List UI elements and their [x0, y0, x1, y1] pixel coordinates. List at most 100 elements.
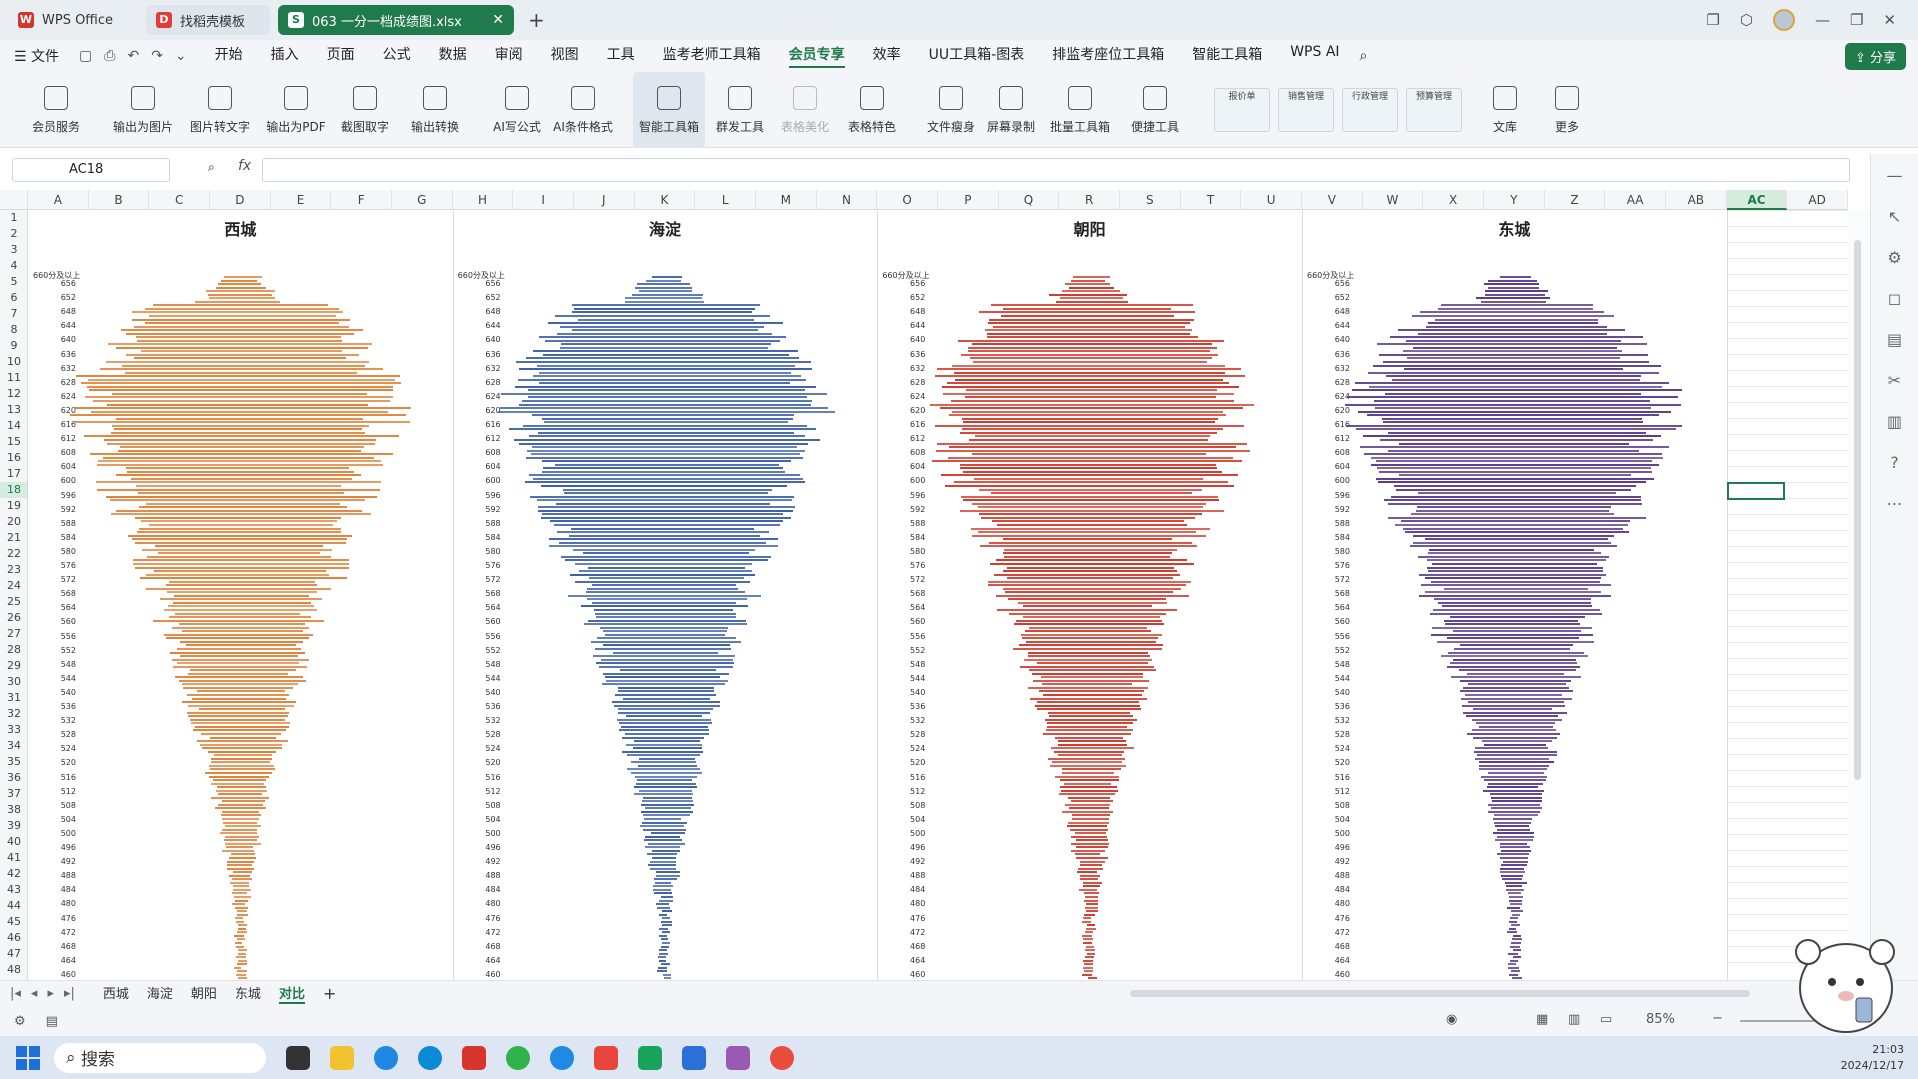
menu-item[interactable]: 会员专享 — [788, 44, 845, 68]
sheet-grid[interactable]: 西城 660分及以上 656 652 648 644 640 636 632 628 624 620 6… — [28, 210, 1848, 980]
row-header[interactable]: 2 — [0, 226, 27, 242]
zoom-search-icon[interactable]: ⌕ — [208, 160, 215, 175]
tab-wps-office[interactable]: W WPS Office — [8, 5, 138, 35]
menu-item[interactable]: 排监考座位工具箱 — [1052, 44, 1164, 68]
row-header[interactable]: 35 — [0, 754, 27, 770]
column-header[interactable]: P — [938, 190, 999, 210]
clock[interactable]: 21:03 2024/12/17 — [1841, 1042, 1904, 1074]
edge-icon[interactable] — [418, 1045, 442, 1070]
template-thumbnail[interactable]: 报价单 — [1214, 88, 1270, 132]
help-icon[interactable]: ? — [1890, 453, 1899, 472]
ribbon-button[interactable]: 群发工具 — [704, 72, 776, 148]
minimize-icon[interactable]: — — [1815, 11, 1830, 29]
tools-icon[interactable]: ✂ — [1888, 371, 1901, 390]
vertical-scrollbar[interactable] — [1848, 210, 1870, 980]
row-header[interactable]: 46 — [0, 930, 27, 946]
chart-icon[interactable]: ▤ — [1887, 330, 1902, 349]
column-header[interactable]: E — [271, 190, 332, 210]
row-header[interactable]: 22 — [0, 546, 27, 562]
ribbon-button[interactable]: 会员服务 — [20, 72, 92, 148]
row-header[interactable]: 30 — [0, 674, 27, 690]
row-header[interactable]: 40 — [0, 834, 27, 850]
shape-icon[interactable]: ◻ — [1888, 289, 1901, 308]
redo-icon[interactable]: ↷ — [151, 48, 163, 64]
notes-icon[interactable]: ▤ — [46, 1014, 58, 1029]
column-header[interactable]: Q — [999, 190, 1060, 210]
column-header[interactable]: F — [331, 190, 392, 210]
column-header[interactable]: L — [695, 190, 756, 210]
column-header[interactable]: R — [1059, 190, 1120, 210]
wps-icon[interactable] — [462, 1045, 486, 1070]
menu-item[interactable]: WPS AI — [1290, 44, 1339, 68]
last-sheet-icon[interactable]: ▸| — [64, 986, 75, 1001]
normal-view-icon[interactable]: ▦ — [1536, 1012, 1548, 1027]
first-sheet-icon[interactable]: |◂ — [10, 986, 21, 1001]
menu-item[interactable]: 审阅 — [495, 44, 523, 68]
sheet-tab[interactable]: 海淀 — [147, 983, 173, 1004]
ribbon-button[interactable]: 表格特色 — [836, 72, 908, 148]
menu-item[interactable]: 开始 — [215, 44, 243, 68]
row-header[interactable]: 14 — [0, 418, 27, 434]
selected-cell[interactable] — [1726, 482, 1785, 500]
sheet-tab[interactable]: 朝阳 — [191, 983, 217, 1004]
ribbon-button[interactable]: 表格美化 — [769, 72, 841, 148]
ribbon-button[interactable]: 输出为PDF — [260, 72, 332, 148]
column-header[interactable]: D — [210, 190, 271, 210]
column-header[interactable]: N — [817, 190, 878, 210]
page-view-icon[interactable]: ▥ — [1568, 1012, 1580, 1027]
column-header[interactable]: S — [1120, 190, 1181, 210]
row-header[interactable]: 3 — [0, 242, 27, 258]
column-header[interactable]: Y — [1484, 190, 1545, 210]
row-header[interactable]: 25 — [0, 594, 27, 610]
row-header[interactable]: 42 — [0, 866, 27, 882]
row-header[interactable]: 26 — [0, 610, 27, 626]
horizontal-scrollbar[interactable] — [1130, 990, 1750, 997]
name-box[interactable]: AC18 — [12, 158, 170, 182]
row-header[interactable]: 9 — [0, 338, 27, 354]
row-header[interactable]: 13 — [0, 402, 27, 418]
select-all-corner[interactable] — [0, 190, 28, 210]
layout-icon[interactable]: ❐ — [1706, 11, 1719, 29]
column-header[interactable]: M — [756, 190, 817, 210]
row-header[interactable]: 34 — [0, 738, 27, 754]
column-header[interactable]: H — [453, 190, 514, 210]
sheet-tab[interactable]: 西城 — [103, 983, 129, 1004]
save-icon[interactable]: ▢ — [79, 48, 92, 64]
column-header[interactable]: J — [574, 190, 635, 210]
column-header[interactable]: A — [28, 190, 89, 210]
ribbon-button[interactable]: 批量工具箱 — [1044, 72, 1116, 148]
eye-icon[interactable]: ◉ — [1446, 1012, 1457, 1027]
row-header[interactable]: 10 — [0, 354, 27, 370]
row-header[interactable]: 21 — [0, 530, 27, 546]
zoom-level[interactable]: 85% — [1646, 1012, 1675, 1027]
ribbon-button[interactable]: 更多 — [1531, 72, 1603, 148]
menu-item[interactable]: UU工具箱-图表 — [929, 44, 1025, 68]
sliders-icon[interactable]: ⚙ — [1887, 248, 1901, 267]
row-header[interactable]: 39 — [0, 818, 27, 834]
column-header[interactable]: X — [1423, 190, 1484, 210]
column-header[interactable]: C — [149, 190, 210, 210]
row-header[interactable]: 44 — [0, 898, 27, 914]
column-header[interactable]: T — [1181, 190, 1242, 210]
recorder-icon[interactable] — [770, 1045, 794, 1070]
row-header[interactable]: 19 — [0, 498, 27, 514]
ribbon-button[interactable]: 智能工具箱 — [633, 72, 705, 148]
row-header[interactable]: 1 — [0, 210, 27, 226]
scroll-thumb[interactable] — [1854, 240, 1861, 780]
sheet-tab[interactable]: 东城 — [235, 983, 261, 1004]
ribbon-button[interactable]: AI条件格式 — [547, 72, 619, 148]
close-icon[interactable]: ✕ — [492, 12, 504, 28]
file-explorer-icon[interactable] — [330, 1045, 354, 1070]
ribbon-button[interactable]: 屏幕录制 — [975, 72, 1047, 148]
row-header[interactable]: 37 — [0, 786, 27, 802]
row-header[interactable]: 8 — [0, 322, 27, 338]
add-sheet-icon[interactable]: + — [323, 984, 336, 1003]
column-header[interactable]: O — [877, 190, 938, 210]
search-icon[interactable]: ⌕ — [1360, 48, 1368, 64]
menu-item[interactable]: 智能工具箱 — [1192, 44, 1262, 68]
macro-icon[interactable]: ⚙ — [14, 1014, 26, 1029]
formula-input[interactable] — [262, 158, 1850, 182]
row-header[interactable]: 18 — [0, 482, 27, 498]
cube-icon[interactable]: ⬡ — [1740, 11, 1753, 29]
column-header[interactable]: AA — [1605, 190, 1666, 210]
